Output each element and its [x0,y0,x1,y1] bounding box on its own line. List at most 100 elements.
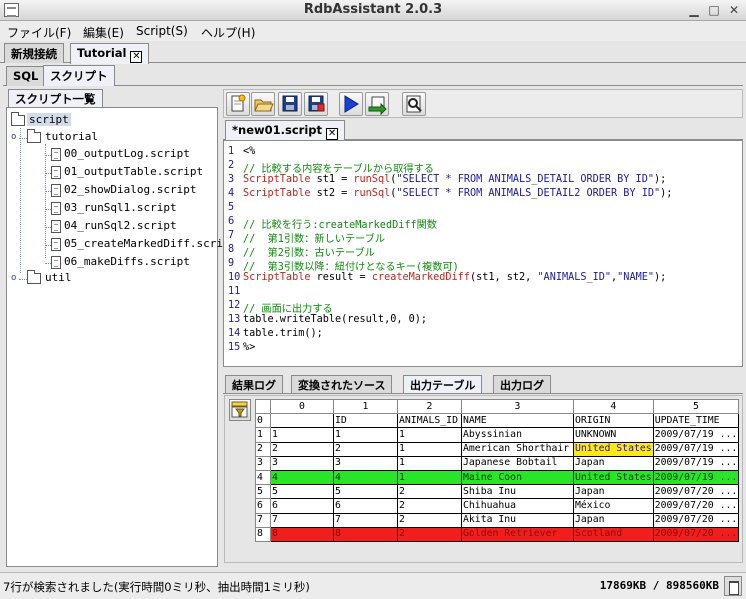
tree-file[interactable]: 01_outputTable.script [7,164,217,181]
table-cell[interactable]: 6 [270,498,334,514]
table-cell[interactable]: 3 [333,455,398,471]
save-as-button[interactable] [304,92,328,116]
tab-converted-source[interactable]: 変換されたソース [291,375,393,393]
trash-icon[interactable] [724,576,742,596]
new-file-button[interactable] [226,92,250,116]
table-cell[interactable]: 1 [270,427,334,443]
script-tree[interactable]: script ο tutorial 00_outputLog.script 01… [6,107,236,567]
table-cell[interactable]: 5 [270,484,334,500]
row-number[interactable]: 6 [255,498,271,514]
table-cell[interactable]: 2 [333,441,398,457]
table-row[interactable]: 0 ID ANIMALS_ID NAME ORIGIN UPDATE_TIME [255,413,740,429]
table-cell[interactable]: Shiba Inu [461,484,574,500]
table-cell[interactable]: 2 [397,512,462,528]
tab-tutorial[interactable]: Tutorial ✕ [70,43,150,64]
tree-file[interactable]: 00_outputLog.script [7,146,217,163]
table-cell[interactable]: 5 [333,484,398,500]
row-number[interactable]: 8 [255,526,271,542]
row-number[interactable]: 2 [255,441,271,457]
table-cell[interactable]: 4 [270,469,334,486]
tree-node-tutorial[interactable]: ο tutorial [7,129,207,146]
table-cell[interactable]: UPDATE_TIME [652,413,740,429]
menu-file[interactable]: ファイル(F) [7,24,71,41]
table-row[interactable]: 3 3 3 1 Japanese Bobtail Japan 2009/07/19 ... [255,455,740,471]
column-header[interactable]: 3 [461,398,574,415]
table-cell[interactable]: México [573,498,654,514]
column-header[interactable]: 5 [652,398,740,415]
table-cell[interactable]: 3 [270,455,334,471]
run-script-button[interactable] [339,92,363,116]
table-cell[interactable]: 6 [333,498,398,514]
tree-file[interactable]: 04_runSql2.script [7,218,217,235]
table-cell[interactable]: 2009/07/19 ... [652,441,740,457]
save-button[interactable] [278,92,302,116]
table-cell[interactable]: 2009/07/19 ... [652,427,740,443]
table-cell[interactable]: Japanese Bobtail [461,455,574,471]
table-cell[interactable]: 1 [397,427,462,443]
table-row[interactable]: 4 4 4 1 Maine Coon United States 2009/07/19 ..… [255,469,740,486]
table-row[interactable]: 6 6 6 2 Chihuahua México 2009/07/20 ... [255,498,740,514]
close-tab-icon[interactable]: ✕ [130,51,143,63]
tree-node-script[interactable]: script [7,112,207,129]
find-button[interactable] [402,92,426,116]
output-table[interactable]: 0 1 2 3 4 5 0 ID ANIMALS_ID NAME ORIGIN UPDATE_TIME… [255,398,740,542]
table-cell[interactable]: UNKNOWN [573,427,654,443]
menu-help[interactable]: ヘルプ(H) [201,24,255,41]
table-cell[interactable]: Japan [573,455,654,471]
table-cell[interactable]: 8 [333,526,398,542]
row-number[interactable]: 4 [255,469,271,486]
close-icon[interactable]: ✕ [726,2,742,18]
tree-file[interactable]: 03_runSql1.script [7,200,217,217]
table-cell[interactable]: 2009/07/20 ... [652,526,740,542]
table-cell[interactable]: United States [573,469,654,486]
table-cell[interactable]: 1 [333,427,398,443]
close-tab-icon[interactable]: ✕ [326,128,339,140]
table-cell[interactable]: Scotland [573,526,654,542]
tab-sql[interactable]: SQL [6,66,46,86]
table-cell[interactable]: 2 [397,484,462,500]
row-number[interactable]: 7 [255,512,271,528]
table-cell[interactable]: 2009/07/20 ... [652,512,740,528]
table-cell[interactable]: 1 [397,455,462,471]
table-cell[interactable]: Chihuahua [461,498,574,514]
column-header[interactable]: 1 [333,398,398,415]
tree-file[interactable]: 02_showDialog.script [7,182,217,199]
table-cell[interactable]: Golden Retriever [461,526,574,542]
table-row[interactable]: 2 2 2 1 American Shorthair United States 2009/… [255,441,740,457]
table-cell[interactable]: American Shorthair [461,441,574,457]
table-row[interactable]: 7 7 7 2 Akita Inu Japan 2009/07/20 ... [255,512,740,528]
table-cell[interactable]: ORIGIN [573,413,654,429]
table-cell[interactable]: 7 [333,512,398,528]
table-row[interactable]: 8 8 8 2 Golden Retriever Scotland 2009/07/20 .… [255,526,740,542]
row-number[interactable]: 1 [255,427,271,443]
tab-output-table[interactable]: 出力テーブル [403,375,483,393]
table-cell[interactable]: 2 [397,526,462,542]
maximize-icon[interactable]: □ [706,2,722,18]
table-cell[interactable]: 2009/07/19 ... [652,455,740,471]
tab-script[interactable]: スクリプト [43,65,115,86]
table-cell[interactable]: 2009/07/19 ... [652,469,740,486]
tab-result-log[interactable]: 結果ログ [225,375,283,393]
menu-edit[interactable]: 編集(E) [83,24,124,41]
export-button[interactable] [365,92,389,116]
row-number[interactable]: 5 [255,484,271,500]
table-cell[interactable]: Akita Inu [461,512,574,528]
menu-script[interactable]: Script(S) [136,24,188,38]
table-cell[interactable]: 2 [397,498,462,514]
column-header[interactable]: 2 [397,398,462,415]
table-row[interactable]: 5 5 5 2 Shiba Inu Japan 2009/07/20 ... [255,484,740,500]
table-row[interactable]: 1 1 1 1 Abyssinian UNKNOWN 2009/07/19 ... [255,427,740,443]
table-cell[interactable] [270,413,334,429]
table-cell[interactable]: 2 [270,441,334,457]
table-cell[interactable]: Abyssinian [461,427,574,443]
table-cell[interactable]: Maine Coon [461,469,574,486]
table-cell[interactable]: ANIMALS_ID [397,413,462,429]
tab-output-log[interactable]: 出力ログ [493,375,551,393]
code-editor[interactable]: 1 <% 2// 比較する内容をテーブルから取得する 3 ScriptTable s… [223,140,743,367]
column-header[interactable]: 0 [270,398,334,415]
tree-node-util[interactable]: ο util [7,270,207,287]
table-filter-button[interactable] [229,399,251,421]
table-cell[interactable]: 7 [270,512,334,528]
table-cell[interactable]: NAME [461,413,574,429]
table-cell[interactable]: 1 [397,441,462,457]
